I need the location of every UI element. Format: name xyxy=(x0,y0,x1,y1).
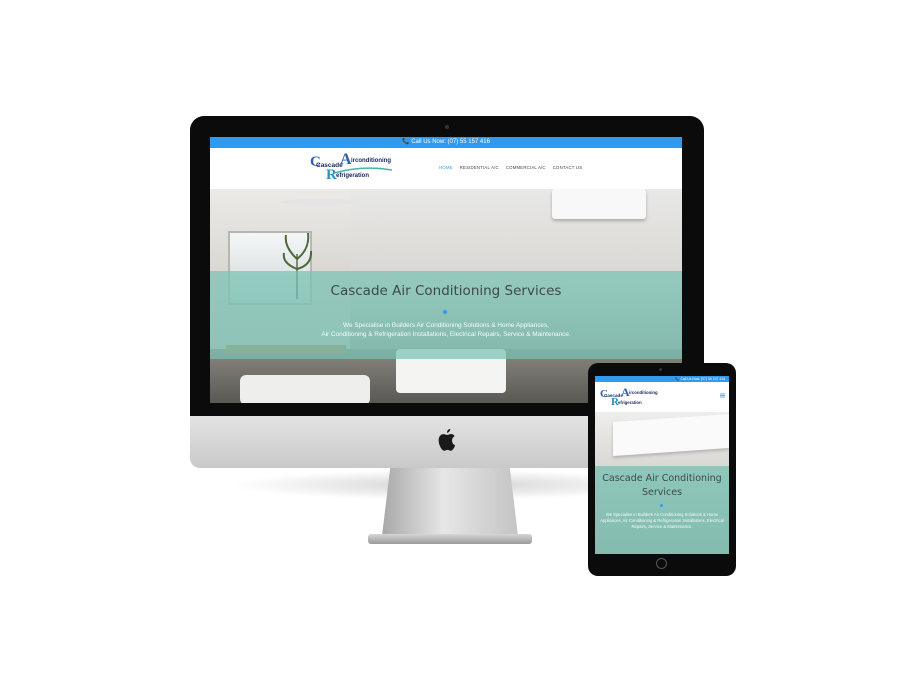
ipad-hero-divider-dot xyxy=(660,504,663,507)
hero-bg-chair xyxy=(240,375,370,403)
imac-stand xyxy=(382,468,518,536)
logo-swoosh-icon xyxy=(334,167,392,174)
nav-residential-ac[interactable]: RESIDENTIAL A/C xyxy=(460,165,499,170)
hero-line-2: Air Conditioning & Refrigeration Install… xyxy=(321,331,571,338)
main-nav: HOME RESIDENTIAL A/C COMMERCIAL A/C CONT… xyxy=(439,165,582,170)
ipad-hero-description: We Specialise in Builders Air Conditioni… xyxy=(600,512,724,530)
ipad-air-conditioner-unit-icon xyxy=(613,413,729,457)
air-conditioner-unit-icon xyxy=(552,189,646,219)
imac-stand-foot xyxy=(368,534,532,544)
ceiling-fan-icon xyxy=(280,199,360,205)
apple-logo-icon xyxy=(438,428,456,451)
ipad-hero-title: Cascade Air Conditioning Services xyxy=(602,473,722,498)
hero-divider-dot xyxy=(443,310,447,314)
ipad-frame: 📞 Call Us Now: (07) 55 157 416 C Cascade… xyxy=(588,363,736,576)
nav-contact-us[interactable]: CONTACT US xyxy=(553,165,583,170)
ipad-header: C Cascade A irconditioning R efrigeratio… xyxy=(595,382,729,412)
call-us-bar[interactable]: 📞 Call Us Now: (07) 55 157 416 xyxy=(210,137,682,148)
site-header: C Cascade A irconditioning R efrigeratio… xyxy=(210,148,682,189)
ipad-hero-section: Cascade Air Conditioning Services We Spe… xyxy=(595,412,729,554)
site-logo[interactable]: C Cascade A irconditioning R efrigeratio… xyxy=(310,151,392,185)
ipad-site-logo[interactable]: C Cascade A irconditioning R efrigeratio… xyxy=(600,385,658,408)
ipad-home-button[interactable] xyxy=(656,558,667,569)
ipad-logo-line2: irconditioning xyxy=(629,390,658,395)
imac-camera xyxy=(445,125,449,129)
hero-line-1: We Specialise in Builders Air Conditioni… xyxy=(343,322,549,329)
ipad-logo-line3: efrigeration xyxy=(618,400,642,405)
nav-home[interactable]: HOME xyxy=(439,165,453,170)
ipad-screen: 📞 Call Us Now: (07) 55 157 416 C Cascade… xyxy=(595,376,729,554)
hero-title: Cascade Air Conditioning Services xyxy=(330,283,562,299)
ipad-camera xyxy=(659,368,662,371)
logo-line2: irconditioning xyxy=(351,158,391,164)
nav-commercial-ac[interactable]: COMMERCIAL A/C xyxy=(506,165,546,170)
hamburger-menu-icon[interactable] xyxy=(720,393,725,398)
hero-description: We Specialise in Builders Air Conditioni… xyxy=(210,321,682,339)
